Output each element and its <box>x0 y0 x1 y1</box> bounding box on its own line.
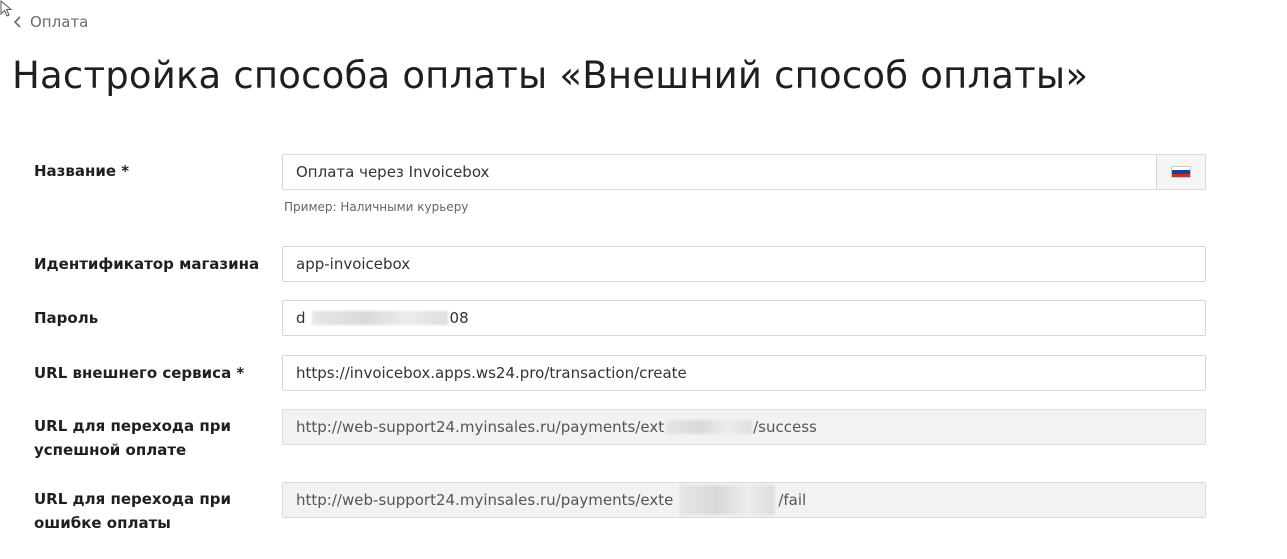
page-title: Настройка способа оплаты «Внешний способ… <box>12 54 1089 97</box>
shop-id-label: Идентификатор магазина <box>34 255 260 273</box>
success-url-input[interactable]: http://web-support24.myinsales.ru/paymen… <box>282 409 1206 445</box>
back-link-label: Оплата <box>30 13 89 31</box>
shop-id-input[interactable]: app-invoicebox <box>282 246 1206 282</box>
name-hint: Пример: Наличными курьеру <box>284 200 469 214</box>
back-link-payments[interactable]: Оплата <box>12 12 88 32</box>
name-input[interactable]: Оплата через Invoicebox <box>282 154 1206 190</box>
language-select-button[interactable] <box>1156 155 1205 189</box>
shop-id-input-value: app-invoicebox <box>296 255 411 273</box>
ru-flag-icon <box>1171 166 1191 178</box>
name-label: Название * <box>34 162 130 180</box>
redacted-block <box>311 311 448 325</box>
success-url-value-start: http://web-support24.myinsales.ru/paymen… <box>296 418 665 436</box>
redacted-block <box>679 485 776 515</box>
external-url-label: URL внешнего сервиса * <box>34 364 245 382</box>
fail-url-value-start: http://web-support24.myinsales.ru/paymen… <box>296 491 674 509</box>
success-url-value-end: /success <box>753 418 817 436</box>
external-url-input[interactable]: https://invoicebox.apps.ws24.pro/transac… <box>282 355 1206 391</box>
success-url-label: URL для перехода при успешной оплате <box>34 417 231 459</box>
fail-url-label: URL для перехода при ошибке оплаты <box>34 490 231 532</box>
name-input-value: Оплата через Invoicebox <box>296 163 490 181</box>
password-value-end: 08 <box>449 309 469 327</box>
password-label: Пароль <box>34 309 99 327</box>
password-value-start: d <box>296 309 306 327</box>
redacted-block <box>666 420 753 434</box>
external-url-input-value: https://invoicebox.apps.ws24.pro/transac… <box>296 364 687 382</box>
fail-url-input[interactable]: http://web-support24.myinsales.ru/paymen… <box>282 482 1206 518</box>
fail-url-value-end: /fail <box>778 491 807 509</box>
chevron-left-icon <box>13 16 21 28</box>
password-input[interactable]: d 08 <box>282 300 1206 336</box>
